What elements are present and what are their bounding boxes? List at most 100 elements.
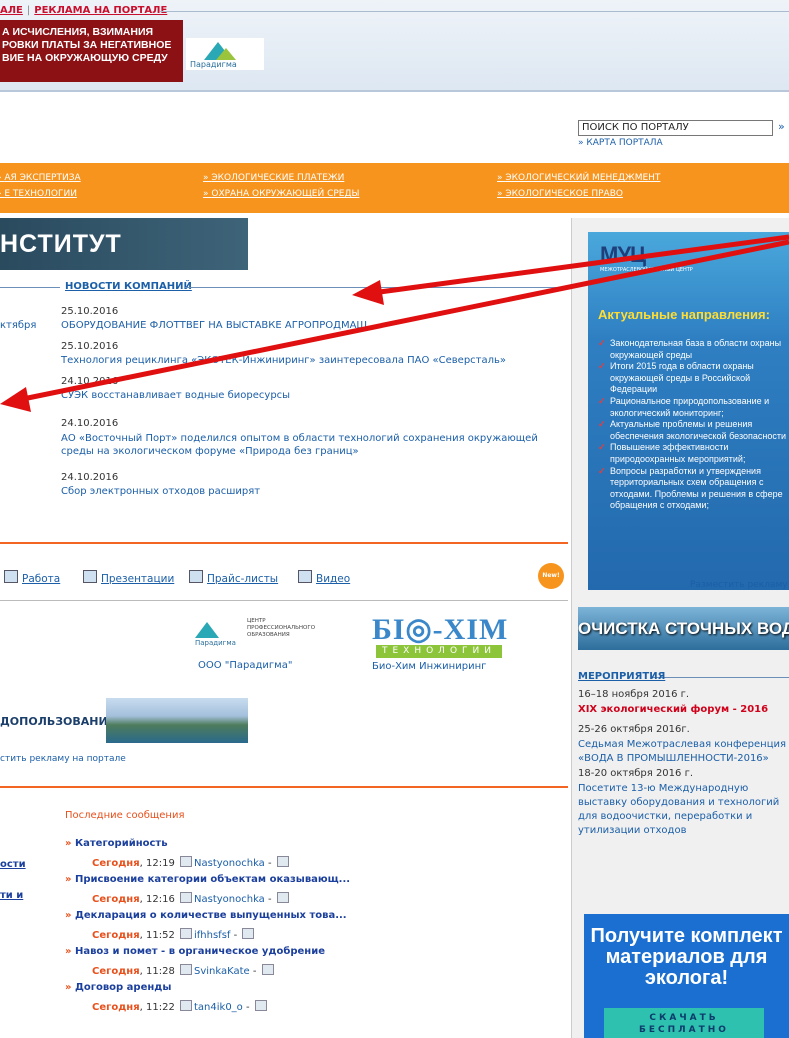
left-news-link[interactable]: ктября (0, 320, 36, 331)
institute-banner[interactable]: НСТИТУТ ЭКОЛОГИИ (0, 218, 248, 310)
price-list-icon (189, 570, 203, 583)
forum-post-meta: Сегодня, 12:16 Nastyonochka - (92, 892, 291, 905)
post-time: , 12:16 (139, 894, 175, 905)
resource-video[interactable]: Видео (298, 570, 350, 585)
sitemap-link[interactable]: » КАРТА ПОРТАЛА (578, 138, 663, 148)
forum-post-link[interactable]: Присвоение категории объектам оказывающ.… (75, 874, 350, 885)
nature-management-title[interactable]: ДОПОЛЬЗОВАНИЯ (0, 715, 116, 728)
landscape-image[interactable] (106, 698, 248, 743)
biohim-logo[interactable]: БІ◎-ХІМ (372, 612, 508, 647)
resource-jobs[interactable]: Работа (4, 570, 60, 585)
forum-last-messages-title: Последние сообщения (65, 810, 185, 821)
event-link[interactable]: Посетите 13-ю Международную выставку обо… (578, 782, 788, 838)
ad-topic: Итоги 2015 года в области охраны окружаю… (598, 361, 786, 396)
video-icon (298, 570, 312, 583)
top-link[interactable]: АЛЕ (0, 5, 23, 16)
logo-text-line: ПРОФЕССИОНАЛЬНОГО (247, 625, 316, 631)
nav-item-eco-management[interactable]: ЭКОЛОГИЧЕСКИЙ МЕНЕДЖМЕНТ (497, 173, 660, 183)
wastewater-treatment-ad[interactable]: ОЧИСТКА СТОЧНЫХ ВОД (578, 607, 789, 650)
post-day: Сегодня (92, 930, 140, 941)
new-badge: New! (538, 563, 564, 589)
partner-link-biohim[interactable]: Био-Хим Инжиниринг (372, 661, 486, 672)
nav-item-expertise[interactable]: АЯ ЭКСПЕРТИЗА (0, 173, 80, 183)
news-section-title[interactable]: НОВОСТИ КОМПАНИЙ (65, 281, 192, 292)
forum-post: Категорийность (65, 838, 168, 849)
resource-label: Презентации (101, 573, 175, 585)
forum-post-meta: Сегодня, 11:22 tan4ik0_o - (92, 1000, 269, 1013)
message-icon[interactable] (261, 964, 274, 975)
forum-post-link[interactable]: Категорийность (75, 838, 168, 849)
advertising-link[interactable]: РЕКЛАМА НА ПОРТАЛЕ (34, 5, 167, 16)
logo-brand: Парадигма (195, 639, 236, 647)
user-icon (180, 964, 192, 975)
forum-post-meta: Сегодня, 11:28 SvinkaKate - (92, 964, 276, 977)
post-time: , 11:28 (139, 966, 175, 977)
resource-label: Видео (316, 573, 351, 585)
forum-post: Договор аренды (65, 982, 171, 993)
divider (0, 287, 60, 288)
download-free-button[interactable]: СКАЧАТЬ БЕСПЛАТНО (604, 1008, 764, 1038)
message-icon[interactable] (242, 928, 255, 939)
resource-price-lists[interactable]: Прайс-листы (189, 570, 278, 585)
divider (0, 542, 568, 544)
forum-post-link[interactable]: Декларация о количестве выпущенных това.… (75, 910, 347, 921)
event-link[interactable]: Седьмая Межотраслевая конференция «ВОДА … (578, 738, 788, 766)
user-icon (180, 856, 192, 867)
paradigma-center-logo[interactable]: Парадигма ЦЕНТР ПРОФЕССИОНАЛЬНОГО ОБРАЗО… (195, 616, 325, 652)
event-link[interactable]: XIX экологический форум - 2016 (578, 703, 788, 717)
post-user-link[interactable]: Nastyonochka (194, 894, 265, 905)
news-date: 24.10.2016 (61, 418, 119, 429)
left-forum-link[interactable]: ти и (0, 890, 23, 901)
nav-item-environment[interactable]: ОХРАНА ОКРУЖАЮЩЕЙ СРЕДЫ (203, 189, 359, 199)
ad-topic: Повышение эффективности природоохранных … (598, 442, 786, 465)
top-links: АЛЕ | РЕКЛАМА НА ПОРТАЛЕ (0, 5, 168, 16)
nav-item-eco-payments[interactable]: ЭКОЛОГИЧЕСКИЕ ПЛАТЕЖИ (203, 173, 344, 183)
forum-post: Присвоение категории объектам оказывающ.… (65, 874, 350, 885)
nav-item-eco-law[interactable]: ЭКОЛОГИЧЕСКОЕ ПРАВО (497, 189, 623, 199)
news-link[interactable]: Сбор электронных отходов расширят (61, 485, 566, 498)
divider (651, 677, 789, 678)
search-input[interactable]: ПОИСК ПО ПОРТАЛУ (578, 120, 773, 136)
post-user-link[interactable]: ifhhsfsf (194, 930, 230, 941)
divider (0, 600, 568, 601)
event-date: 16–18 ноября 2016 г. (578, 689, 690, 700)
post-user-link[interactable]: Nastyonochka (194, 858, 265, 869)
partner-link-paradigma[interactable]: ООО "Парадигма" (198, 660, 292, 671)
left-forum-link[interactable]: ости (0, 859, 26, 870)
ad-heading: Актуальные направления: (598, 307, 770, 322)
user-icon (180, 1000, 192, 1011)
forum-post-link[interactable]: Договор аренды (75, 982, 171, 993)
news-link[interactable]: АО «Восточный Порт» поделился опытом в о… (61, 432, 566, 458)
post-user-link[interactable]: SvinkaKate (194, 966, 250, 977)
logo-text-line: ОБРАЗОВАНИЯ (247, 632, 290, 638)
search-go-button[interactable]: » (778, 120, 785, 133)
news-link[interactable]: Технология рециклинга «ЭКОТЕК-Инжиниринг… (61, 354, 566, 367)
resource-label: Работа (22, 573, 61, 585)
place-ad-link[interactable]: Разместить рекламу (690, 580, 788, 590)
place-ad-link[interactable]: стить рекламу на портале (0, 754, 126, 764)
banner-line: РОВКИ ПЛАТЫ ЗА НЕГАТИВНОЕ (2, 39, 172, 51)
message-icon[interactable] (254, 1000, 267, 1011)
post-time: , 11:22 (139, 1002, 175, 1013)
message-icon[interactable] (276, 892, 289, 903)
post-day: Сегодня (92, 894, 140, 905)
muc-logo: МУЦ (600, 242, 646, 267)
events-section-title[interactable]: МЕРОПРИЯТИЯ (578, 671, 665, 682)
presentation-icon (83, 570, 97, 583)
forum-post-meta: Сегодня, 11:52 ifhhsfsf - (92, 928, 256, 941)
news-link[interactable]: СУЭК восстанавливает водные биоресурсы (61, 389, 566, 402)
post-time: , 11:52 (139, 930, 175, 941)
nav-item-technologies[interactable]: Е ТЕХНОЛОГИИ (0, 189, 77, 199)
logo-text-line: ЦЕНТР (247, 618, 266, 624)
biohim-logo-sub: ТЕХНОЛОГИИ (376, 645, 502, 658)
header-banner-ad[interactable]: А ИСЧИСЛЕНИЯ, ВЗИМАНИЯ РОВКИ ПЛАТЫ ЗА НЕ… (0, 20, 183, 82)
divider (0, 786, 568, 788)
forum-post-link[interactable]: Навоз и помет - в органическое удобрение (75, 946, 325, 957)
post-day: Сегодня (92, 966, 140, 977)
post-user-link[interactable]: tan4ik0_o (194, 1002, 243, 1013)
news-link[interactable]: ОБОРУДОВАНИЕ ФЛОТТВЕГ НА ВЫСТАВКЕ АГРОПР… (61, 319, 566, 332)
paradigma-logo[interactable]: Парадигма (186, 38, 264, 70)
resource-presentations[interactable]: Презентации (83, 570, 174, 585)
news-date: 25.10.2016 (61, 306, 119, 317)
message-icon[interactable] (276, 856, 289, 867)
